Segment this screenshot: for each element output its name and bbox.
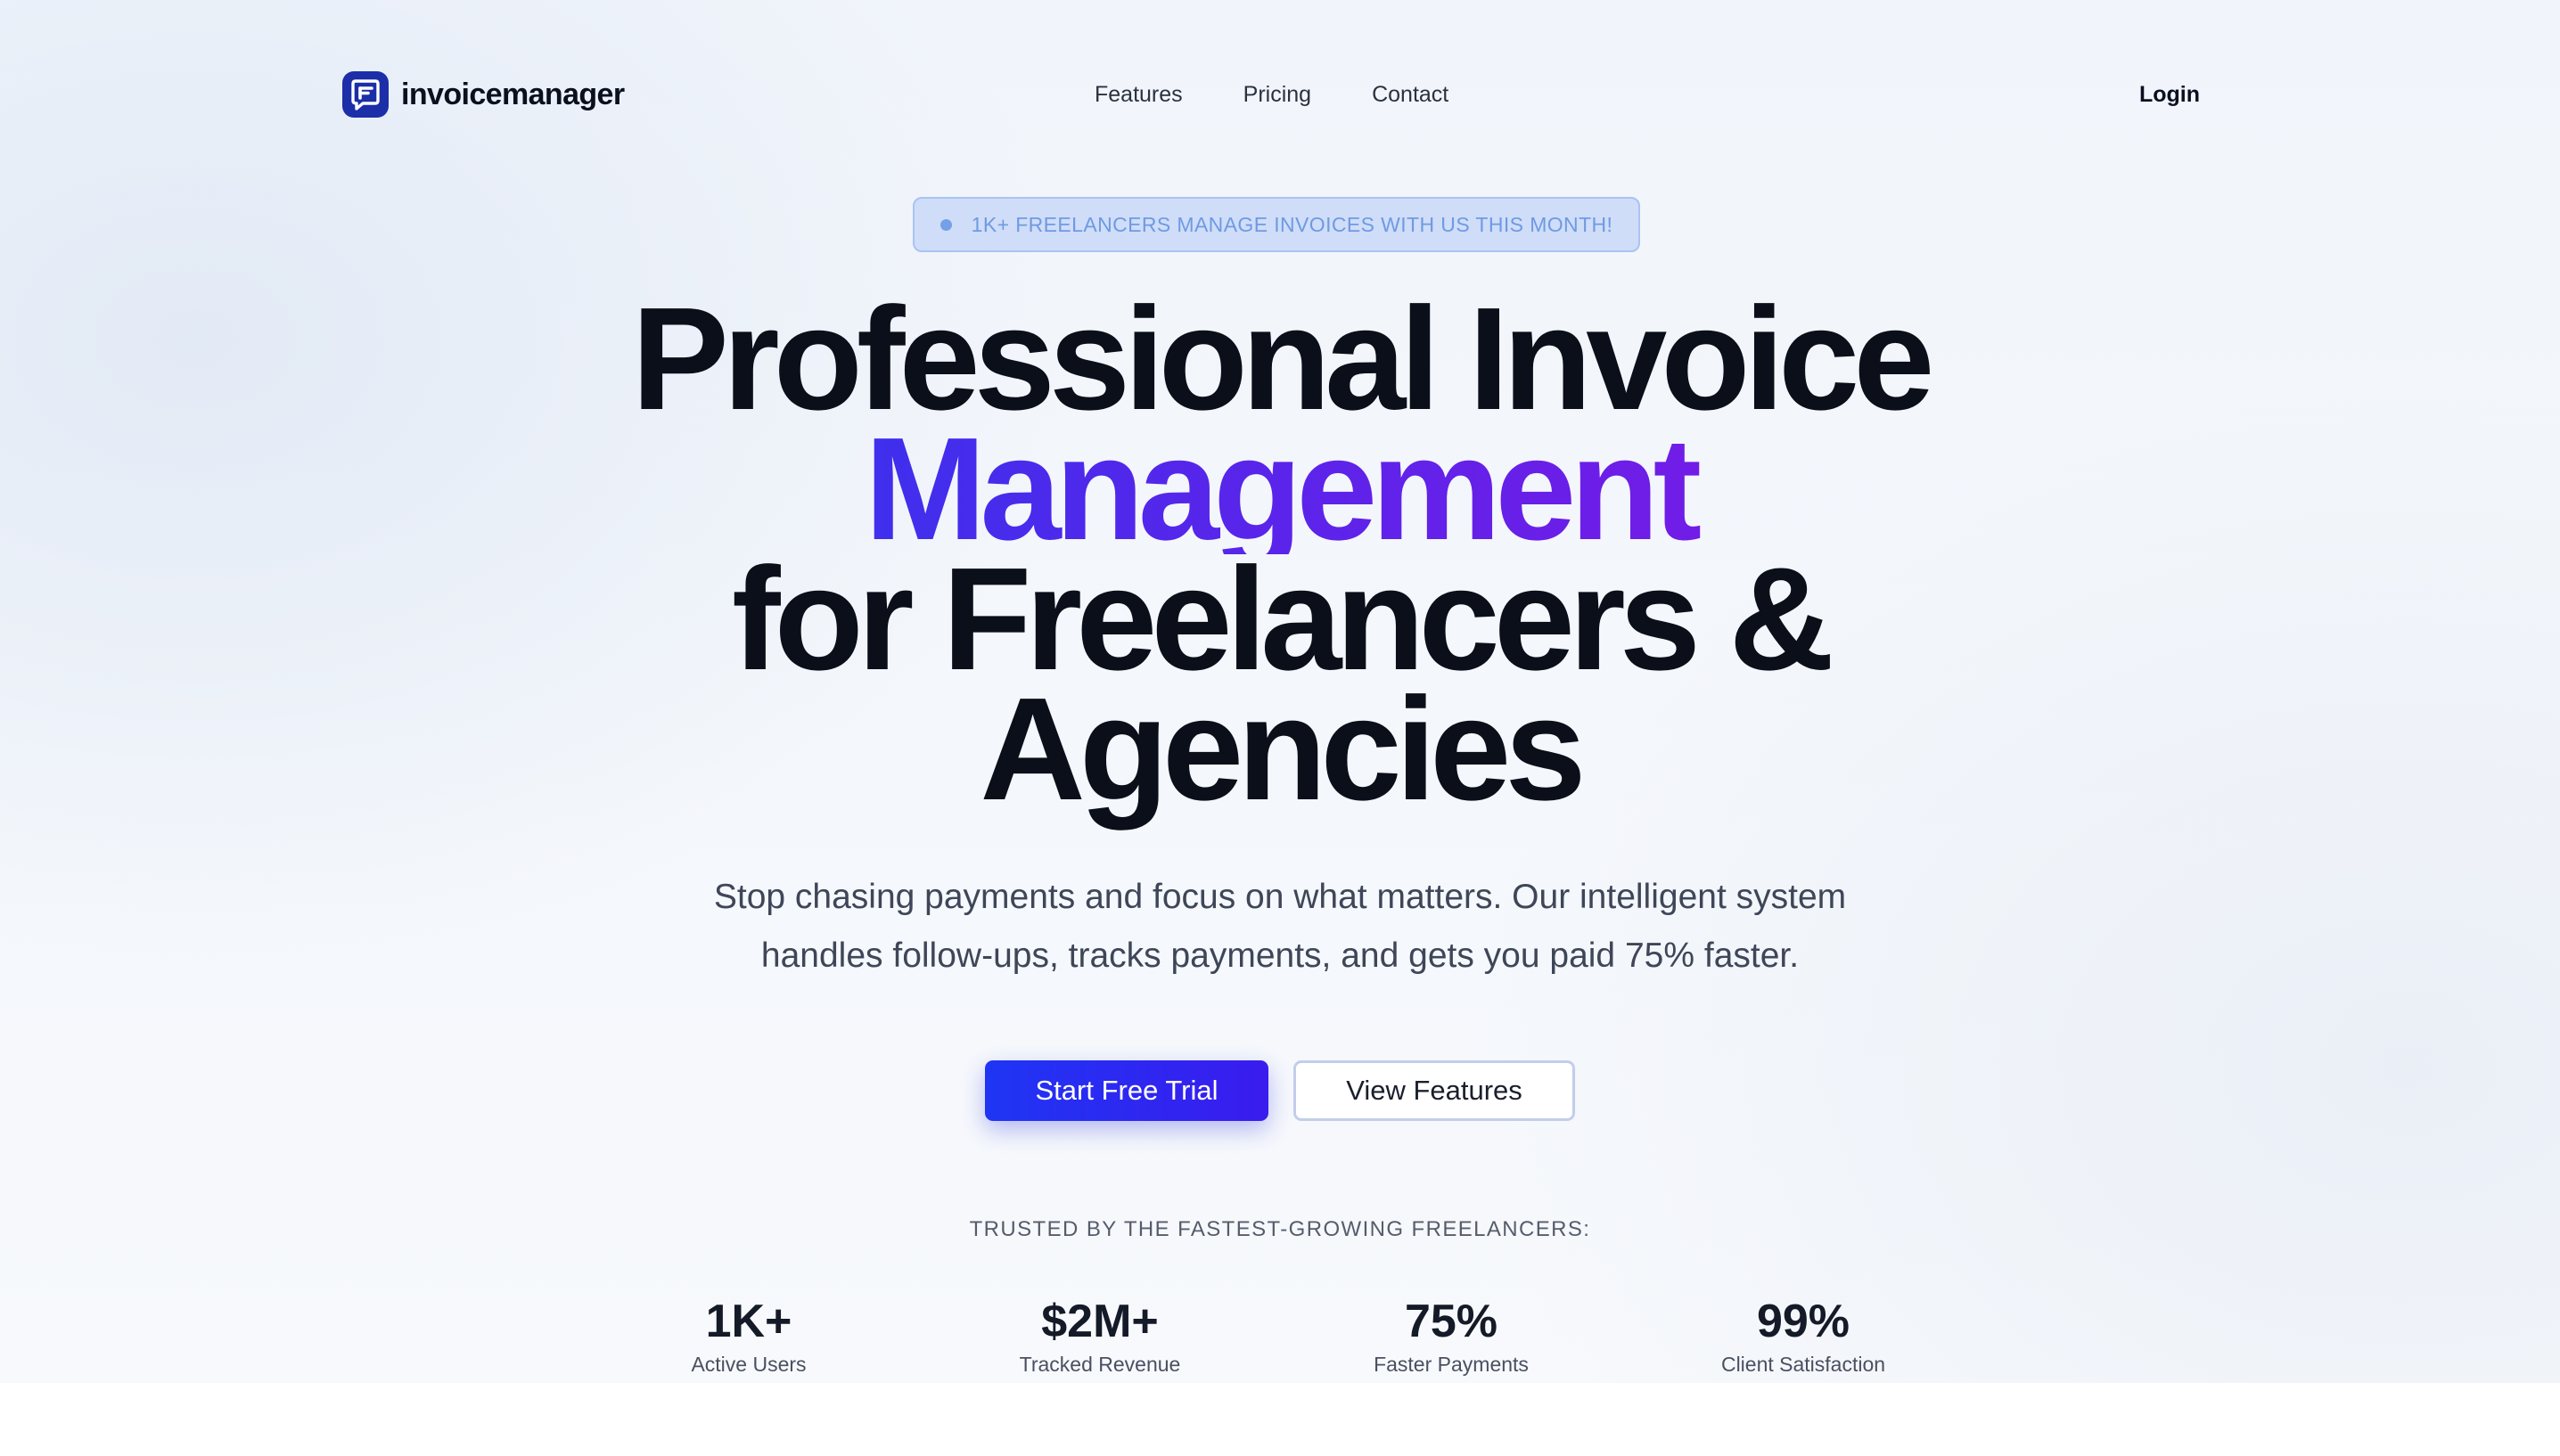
stat-tracked-revenue: $2M+ Tracked Revenue	[939, 1294, 1260, 1379]
hero-subtitle: Stop chasing payments and focus on what …	[567, 868, 1993, 986]
dot-icon	[939, 218, 952, 231]
nav-link-contact[interactable]: Contact	[1372, 82, 1448, 108]
view-features-button[interactable]: View Features	[1293, 1060, 1575, 1121]
cta-group: Start Free Trial View Features	[0, 1060, 2560, 1121]
hero-title-line-4: Agencies	[980, 667, 1586, 830]
hero-subtitle-line-2: handles follow-ups, tracks payments, and…	[760, 937, 1800, 975]
brand-home-link[interactable]: invoicemanager	[342, 70, 625, 119]
stat-value: 1K+	[705, 1296, 792, 1347]
announcement-badge: 1K+ FREELANCERS MANAGE INVOICES WITH US …	[913, 197, 1640, 252]
stat-value: 75%	[1404, 1296, 1498, 1347]
hero-title-line-3: for Freelancers &	[732, 537, 1834, 700]
stat-label: Faster Payments	[1374, 1353, 1529, 1376]
stat-value: $2M+	[1041, 1296, 1159, 1347]
brand-name: invoicemanager	[401, 77, 625, 111]
landing-page: invoicemanager Features Pricing Contact …	[0, 0, 2560, 1383]
stat-value: 99%	[1756, 1296, 1850, 1347]
top-navigation: invoicemanager Features Pricing Contact …	[342, 70, 2200, 119]
invoice-chat-logo-icon	[342, 71, 389, 118]
stat-faster-payments: 75% Faster Payments	[1291, 1294, 1612, 1379]
stat-label: Active Users	[691, 1353, 807, 1376]
nav-links: Features Pricing Contact	[1095, 70, 1448, 119]
hero-title: Professional Invoice Management for Free…	[389, 277, 2171, 830]
hero-title-line-1: Professional Invoice	[631, 277, 1935, 440]
stat-client-satisfaction: 99% Client Satisfaction	[1643, 1294, 1964, 1379]
nav-link-features[interactable]: Features	[1095, 82, 1183, 108]
badge-text: 1K+ FREELANCERS MANAGE INVOICES WITH US …	[971, 212, 1613, 236]
nav-link-pricing[interactable]: Pricing	[1243, 82, 1311, 108]
start-free-trial-button[interactable]: Start Free Trial	[985, 1060, 1268, 1121]
stat-label: Client Satisfaction	[1720, 1353, 1886, 1376]
stat-active-users: 1K+ Active Users	[588, 1294, 909, 1379]
trusted-heading: TRUSTED BY THE FASTEST-GROWING FREELANCE…	[969, 1217, 1591, 1241]
login-link[interactable]: Login	[2139, 70, 2200, 119]
hero-subtitle-line-1: Stop chasing payments and focus on what …	[713, 878, 1847, 916]
hero-title-highlight: Management	[389, 416, 2171, 562]
stat-label: Tracked Revenue	[1019, 1353, 1181, 1376]
